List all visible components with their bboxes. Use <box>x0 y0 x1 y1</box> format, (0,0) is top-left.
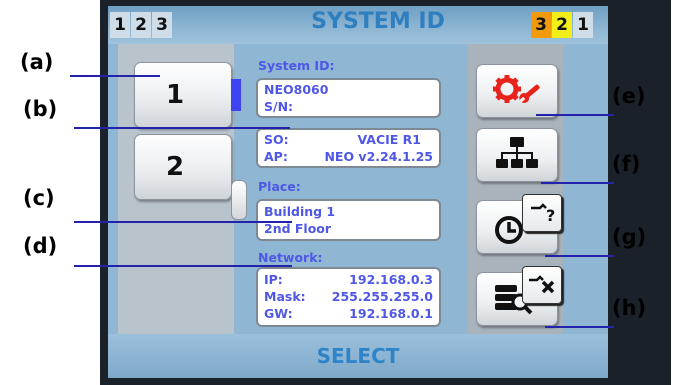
annotation-label-a: (a) <box>20 50 54 74</box>
annotation-label-c: (c) <box>23 186 55 210</box>
annotation-label-d: (d) <box>23 234 58 258</box>
annotation-label-b: (b) <box>23 97 58 121</box>
annotation-label-f: (f) <box>612 152 641 176</box>
annotation-label-h: (h) <box>612 296 647 320</box>
annotation-lines <box>70 75 614 328</box>
annotation-label-g: (g) <box>612 225 647 249</box>
annotation-label-e: (e) <box>612 84 646 108</box>
